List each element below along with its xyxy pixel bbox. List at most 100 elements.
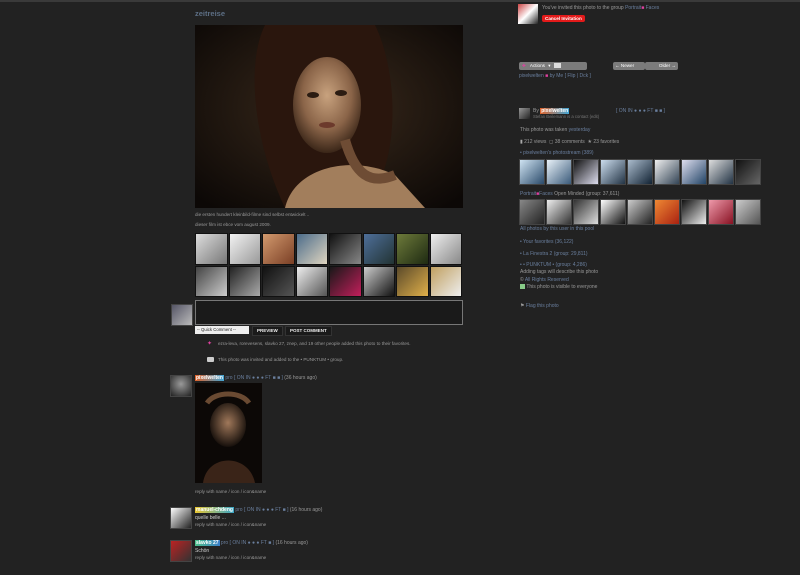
favorites-activity: ezra-leva, rorevesens, slavko 27, znep, …	[218, 341, 411, 346]
commenter-avatar[interactable]	[170, 375, 192, 397]
photostream-thumbnails	[519, 159, 761, 185]
group-icon[interactable]	[518, 4, 538, 24]
stats-line: ▮ 212 views ◻ 38 comments ★ 23 favorites	[520, 139, 619, 145]
thumbnail[interactable]	[573, 159, 599, 185]
thumbnail[interactable]	[627, 199, 653, 225]
next-comment-partial	[170, 570, 320, 575]
related-thumbnails-grid	[195, 233, 462, 297]
thumbnail[interactable]	[600, 199, 626, 225]
thumbnail[interactable]	[681, 199, 707, 225]
thumbnail[interactable]	[262, 265, 295, 297]
thumbnail[interactable]	[735, 159, 761, 185]
thumbnail[interactable]	[519, 199, 545, 225]
commenter-flags: [ ON IN ● ● ● FT ■ ]	[229, 540, 275, 546]
thumbnail[interactable]	[195, 233, 228, 265]
punktum-link[interactable]: • • PUNKTUM • (group: 4,286)	[520, 262, 587, 268]
thumbnail[interactable]	[735, 199, 761, 225]
my-avatar	[171, 304, 193, 326]
cancel-invitation-button[interactable]: Cancel Invitation	[542, 15, 585, 22]
thumbnail[interactable]	[396, 233, 429, 265]
reply-links[interactable]: reply with name / icon / icon&name	[195, 489, 266, 494]
pro-badge: pro	[225, 375, 233, 381]
thumbnail[interactable]	[262, 233, 295, 265]
email-icon[interactable]	[553, 63, 561, 69]
commenter-name[interactable]: slavko 27	[195, 540, 220, 546]
top-bar	[0, 0, 800, 2]
main-photo[interactable]	[195, 25, 463, 208]
thumbnail[interactable]	[429, 233, 462, 265]
thumbnail[interactable]	[228, 265, 261, 297]
thumbnail[interactable]	[228, 233, 261, 265]
thumbnail[interactable]	[708, 159, 734, 185]
invite-text: You've invited this photo to the group P…	[542, 5, 660, 11]
photostream-nav: pixelwelten ■ by Me [ Flip | Dck ]	[519, 73, 591, 79]
comment-photo[interactable]	[195, 383, 262, 483]
newer-button[interactable]: ← Newer	[613, 62, 645, 70]
thumbnail[interactable]	[195, 265, 228, 297]
reply-links[interactable]: reply with name / icon / icon&name	[195, 555, 266, 560]
tags-hint: Adding tags will describe this photo	[520, 269, 599, 275]
commenter-name[interactable]: pixelwelten	[195, 375, 224, 381]
comment-text: Schön	[195, 548, 210, 554]
preview-button[interactable]: PREVIEW	[252, 326, 283, 336]
envelope-icon	[207, 357, 214, 362]
favorites-link[interactable]: • Your favorites (36,122)	[520, 239, 573, 245]
group-pool-thumbnails	[519, 199, 761, 225]
commenter-avatar[interactable]	[170, 540, 192, 562]
comment-header: manuel-chdeng pro [ ON IN ● ● ● FT ■ ] (…	[195, 507, 322, 513]
actions-menu[interactable]: ✚ Actions ▾	[519, 62, 587, 70]
comment-header: slavko 27 pro [ ON IN ● ● ● FT ■ ] (16 h…	[195, 540, 308, 546]
thumbnail[interactable]	[362, 265, 395, 297]
thumbnail[interactable]	[429, 265, 462, 297]
comment-time[interactable]: (16 hours ago)	[290, 507, 323, 513]
comment-text: quelle belle ...	[195, 515, 226, 521]
commenter-name[interactable]: manuel-chdeng	[195, 507, 234, 513]
owner-avatar[interactable]	[519, 108, 530, 119]
thumbnail[interactable]	[627, 159, 653, 185]
commenter-flags: [ ON IN ● ● ● FT ■ ]	[243, 507, 289, 513]
flag-line[interactable]: ⚑ Flag this photo	[520, 303, 559, 309]
copyright-icon: ©	[520, 277, 524, 283]
quick-comment-select[interactable]: -- Quick Comment --	[195, 326, 249, 334]
thumbnail[interactable]	[600, 159, 626, 185]
thumbnail[interactable]	[295, 265, 328, 297]
comment-time[interactable]: (36 hours ago)	[284, 375, 317, 381]
star-icon: ✦	[207, 341, 213, 347]
invite-group-link[interactable]: Portrait	[625, 5, 641, 11]
favorites-count: 23 favorites	[593, 139, 620, 145]
comment-header: pixelwelten pro [ ON IN ● ● ● FT ■ ■ ] (…	[195, 375, 317, 381]
post-comment-button[interactable]: POST COMMENT	[285, 326, 332, 336]
thumbnail[interactable]	[546, 159, 572, 185]
thumbnail[interactable]	[295, 233, 328, 265]
views-icon: ▮	[520, 139, 523, 145]
older-button[interactable]: Older →	[645, 62, 678, 70]
all-photos-link[interactable]: All photos by this user in this pool	[520, 226, 594, 232]
thumbnail[interactable]	[329, 233, 362, 265]
taken-line: This photo was taken yesterday	[520, 127, 591, 133]
thumbnail[interactable]	[681, 159, 707, 185]
pro-badge: pro	[220, 540, 229, 546]
la-finestra-link[interactable]: • La Finestra 2 (group: 29,811)	[520, 251, 588, 257]
thumbnail[interactable]	[546, 199, 572, 225]
comment-textarea[interactable]	[195, 300, 463, 325]
group-activity: This photo was invited and added to the …	[218, 357, 344, 362]
reply-links[interactable]: reply with name / icon / icon&name	[195, 522, 266, 527]
comments-count: 38 comments	[554, 139, 585, 145]
photostream-link[interactable]: • pixelwelten's photostream (389)	[520, 150, 594, 156]
thumbnail[interactable]	[654, 159, 680, 185]
thumbnail[interactable]	[329, 265, 362, 297]
license-line: © All Rights Reserved	[520, 277, 569, 283]
views-count: 212 views	[524, 139, 547, 145]
thumbnail[interactable]	[519, 159, 545, 185]
comment-time[interactable]: (16 hours ago)	[275, 540, 308, 546]
flag-icon: ⚑	[520, 303, 525, 309]
thumbnail[interactable]	[362, 233, 395, 265]
thumbnail[interactable]	[708, 199, 734, 225]
commenter-avatar[interactable]	[170, 507, 192, 529]
visibility-icon	[520, 284, 525, 290]
photo-description-1: die ersten hundert kleinbild-filme sind …	[195, 212, 310, 217]
owner-subtitle: Stefan Beilemann is a contact (edit)	[533, 114, 600, 119]
thumbnail[interactable]	[396, 265, 429, 297]
thumbnail[interactable]	[573, 199, 599, 225]
thumbnail[interactable]	[654, 199, 680, 225]
